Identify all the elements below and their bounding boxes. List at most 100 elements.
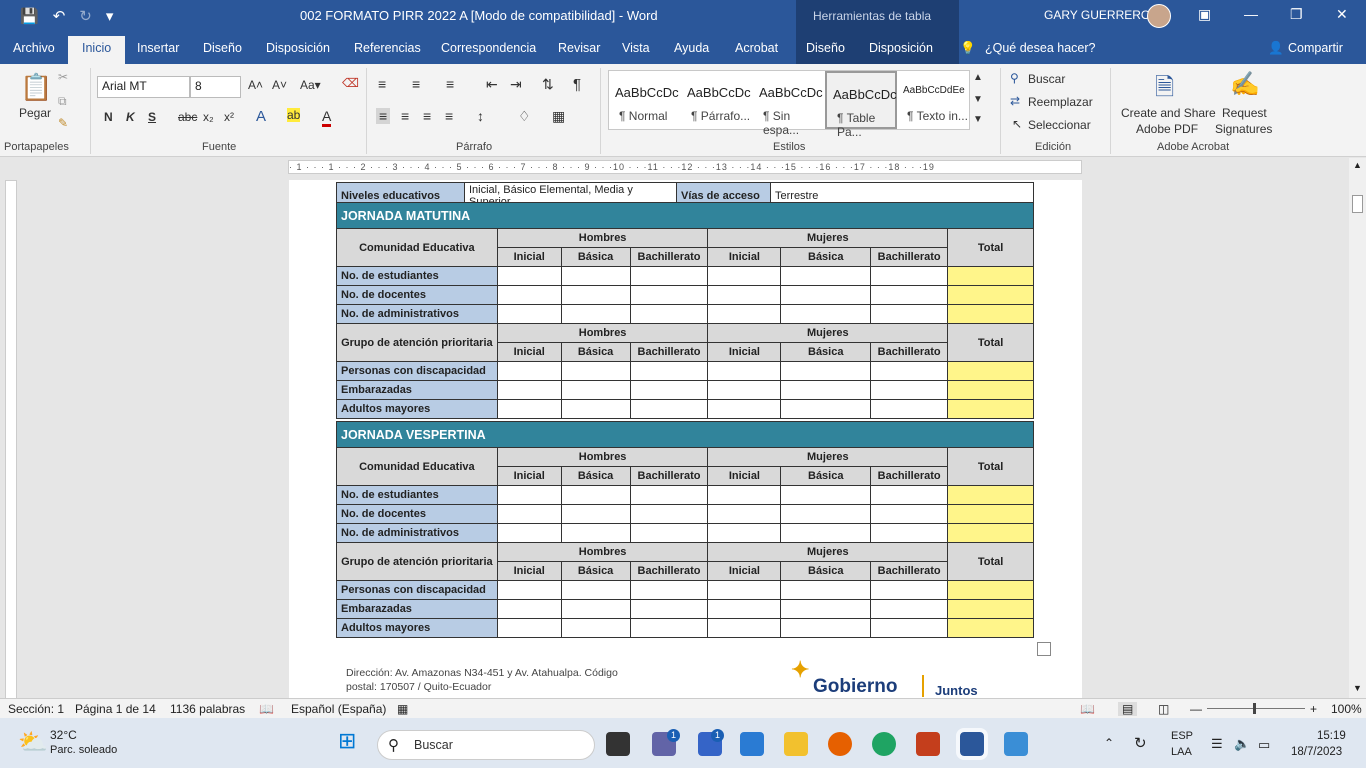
data-cell[interactable] [870, 285, 949, 305]
data-cell[interactable] [496, 361, 562, 381]
data-cell[interactable] [629, 599, 709, 619]
data-cell[interactable] [870, 504, 949, 524]
data-cell[interactable] [629, 523, 709, 543]
total-cell[interactable] [947, 485, 1034, 505]
style-sin-espaciado[interactable]: AaBbCcDc ¶ Sin espa... [753, 71, 825, 137]
data-cell[interactable] [496, 523, 562, 543]
data-cell[interactable] [870, 618, 949, 638]
data-cell[interactable] [780, 399, 872, 419]
data-cell[interactable] [707, 304, 782, 324]
zoom-in-icon[interactable]: + [1310, 702, 1317, 716]
data-cell[interactable] [560, 285, 631, 305]
task-view-icon[interactable] [606, 732, 630, 756]
borders-icon[interactable]: ▦ [552, 108, 565, 125]
sub-header[interactable]: Básica [560, 247, 631, 267]
sub-header[interactable]: Bachillerato [870, 342, 949, 362]
data-cell[interactable] [496, 485, 562, 505]
create-pdf-icon[interactable]: 🗎 [1155, 70, 1174, 111]
data-cell[interactable] [560, 304, 631, 324]
data-cell[interactable] [870, 266, 949, 286]
data-cell[interactable] [560, 523, 631, 543]
total-header[interactable]: Total [947, 323, 1034, 362]
data-cell[interactable] [870, 523, 949, 543]
justify-icon[interactable]: ≡ [445, 108, 453, 124]
row-label[interactable]: Embarazadas [336, 380, 498, 400]
proofing-icon[interactable]: 📖 [259, 702, 274, 716]
zoom-slider-thumb[interactable] [1253, 703, 1256, 714]
font-name-select[interactable]: Arial MT [97, 76, 190, 98]
sub-header[interactable]: Bachillerato [870, 466, 949, 486]
data-cell[interactable] [560, 380, 631, 400]
tab-vista[interactable]: Vista [622, 41, 650, 55]
maximize-icon[interactable]: ❐ [1290, 6, 1303, 23]
print-layout-icon[interactable]: ▤ [1118, 702, 1138, 716]
sub-header[interactable]: Bachillerato [629, 466, 709, 486]
minimize-icon[interactable]: — [1244, 6, 1258, 22]
mujeres-header[interactable]: Mujeres [707, 228, 949, 248]
multilevel-list-icon[interactable]: ≡ [446, 76, 454, 92]
underline-icon[interactable]: S [148, 110, 156, 124]
status-section[interactable]: Sección: 1 [8, 702, 64, 716]
superscript-icon[interactable]: x² [224, 110, 234, 124]
paste-button[interactable]: Pegar [19, 106, 51, 120]
create-pdf-label-1[interactable]: Create and Share [1121, 106, 1216, 120]
clock-time[interactable]: 15:19 [1317, 730, 1346, 742]
replace-button[interactable]: Reemplazar [1028, 95, 1093, 109]
data-cell[interactable] [496, 304, 562, 324]
hombres-header[interactable]: Hombres [496, 447, 709, 467]
sub-header[interactable]: Básica [780, 466, 872, 486]
clear-format-icon[interactable]: ⌫ [342, 76, 359, 90]
tab-acrobat[interactable]: Acrobat [735, 41, 778, 55]
scroll-down-icon[interactable]: ▼ [1353, 683, 1362, 693]
total-cell[interactable] [947, 399, 1034, 419]
data-cell[interactable] [780, 504, 872, 524]
row-label[interactable]: Embarazadas [336, 599, 498, 619]
vertical-scrollbar[interactable]: ▲ ▼ [1349, 158, 1366, 698]
tab-insertar[interactable]: Insertar [137, 41, 179, 55]
row-label[interactable]: Personas con discapacidad [336, 580, 498, 600]
data-cell[interactable] [629, 485, 709, 505]
font-size-select[interactable]: 8 [190, 76, 241, 98]
cut-icon[interactable]: ✂ [58, 70, 68, 84]
row-label[interactable]: No. de docentes [336, 285, 498, 305]
request-signatures-icon[interactable]: ✍ [1230, 70, 1260, 99]
sub-header[interactable]: Bachillerato [870, 561, 949, 581]
data-cell[interactable] [780, 523, 872, 543]
hombres-header[interactable]: Hombres [496, 228, 709, 248]
decrease-indent-icon[interactable]: ⇤ [486, 76, 498, 93]
hombres-header[interactable]: Hombres [496, 542, 709, 562]
data-cell[interactable] [629, 618, 709, 638]
sub-header[interactable]: Inicial [707, 342, 782, 362]
styles-more-icon[interactable]: ▼ [973, 114, 983, 125]
undo-icon[interactable]: ↶ [53, 7, 66, 25]
data-cell[interactable] [707, 599, 782, 619]
total-cell[interactable] [947, 618, 1034, 638]
data-cell[interactable] [870, 361, 949, 381]
customize-qat-icon[interactable]: ▾ [106, 7, 114, 25]
data-cell[interactable] [707, 485, 782, 505]
row-label[interactable]: No. de administrativos [336, 304, 498, 324]
data-cell[interactable] [780, 285, 872, 305]
data-cell[interactable] [707, 285, 782, 305]
line-spacing-icon[interactable]: ↕ [477, 108, 484, 124]
status-page[interactable]: Página 1 de 14 [75, 702, 156, 716]
shading-icon[interactable]: ♢ [518, 108, 531, 125]
total-cell[interactable] [947, 304, 1034, 324]
sub-header[interactable]: Básica [780, 561, 872, 581]
mujeres-header[interactable]: Mujeres [707, 323, 949, 343]
row-label[interactable]: Adultos mayores [336, 618, 498, 638]
total-cell[interactable] [947, 599, 1034, 619]
group-header[interactable]: Comunidad Educativa [336, 228, 498, 267]
sub-header[interactable]: Inicial [707, 466, 782, 486]
share-icon[interactable]: 👤 [1268, 41, 1284, 56]
data-cell[interactable] [560, 399, 631, 419]
web-layout-icon[interactable]: ◫ [1158, 702, 1169, 716]
data-cell[interactable] [496, 580, 562, 600]
share-button[interactable]: Compartir [1288, 41, 1343, 55]
style-table-paragraph[interactable]: AaBbCcDc ¶ Table Pa... [825, 71, 897, 139]
data-cell[interactable] [496, 266, 562, 286]
data-cell[interactable] [560, 580, 631, 600]
clock-date[interactable]: 18/7/2023 [1291, 746, 1342, 758]
sub-header[interactable]: Básica [560, 561, 631, 581]
data-cell[interactable] [496, 380, 562, 400]
